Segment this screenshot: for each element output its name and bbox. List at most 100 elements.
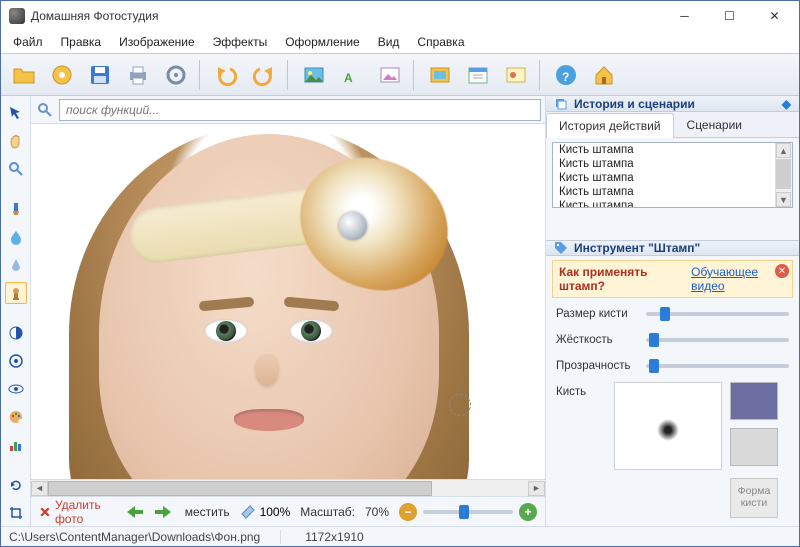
menu-help[interactable]: Справка xyxy=(409,33,472,51)
zoom-100-button[interactable]: 100% xyxy=(240,504,291,520)
scale-label: Масштаб: xyxy=(300,505,355,519)
size-slider[interactable] xyxy=(646,312,789,316)
effects-button[interactable] xyxy=(373,58,407,92)
close-help-icon[interactable]: ✕ xyxy=(775,264,789,278)
pointer-tool[interactable] xyxy=(5,102,27,124)
canvas[interactable] xyxy=(31,124,545,479)
hand-tool[interactable] xyxy=(5,130,27,152)
brush-tool[interactable] xyxy=(5,198,27,220)
levels-tool[interactable] xyxy=(5,434,27,456)
brush-shape-button[interactable]: Форма кисти xyxy=(730,478,778,518)
history-item[interactable]: Кисть штампа xyxy=(553,143,792,157)
ruler-icon xyxy=(240,504,256,520)
undo-button[interactable] xyxy=(209,58,243,92)
history-tabs: История действий Сценарии xyxy=(546,112,799,138)
eye-tool[interactable] xyxy=(5,378,27,400)
opacity-slider[interactable] xyxy=(646,364,789,368)
pin-icon[interactable]: ◆ xyxy=(782,97,791,111)
size-label: Размер кисти xyxy=(556,308,638,320)
right-panel: История и сценарии ◆ История действий Сц… xyxy=(545,96,799,526)
tab-scenarios[interactable]: Сценарии xyxy=(674,112,755,137)
image-tool-button[interactable] xyxy=(297,58,331,92)
print-button[interactable] xyxy=(121,58,155,92)
titlebar: Домашняя Фотостудия ─ ☐ ✕ xyxy=(1,1,799,31)
settings-button[interactable] xyxy=(159,58,193,92)
home-button[interactable] xyxy=(587,58,621,92)
toolbar-separator xyxy=(539,60,543,90)
vertical-toolbox xyxy=(1,96,31,526)
stamp-tool[interactable] xyxy=(5,282,27,304)
history-list[interactable]: Кисть штампа Кисть штампа Кисть штампа К… xyxy=(552,142,793,208)
tab-history[interactable]: История действий xyxy=(546,113,674,138)
palette-tool[interactable] xyxy=(5,406,27,428)
tutorial-link[interactable]: Обучающее видео xyxy=(691,265,786,293)
save-button[interactable] xyxy=(83,58,117,92)
zoom-tool[interactable] xyxy=(5,158,27,180)
calendar-button[interactable] xyxy=(461,58,495,92)
scroll-right-icon[interactable]: ► xyxy=(528,481,545,496)
scroll-down-icon[interactable]: ▼ xyxy=(776,192,791,207)
menu-file[interactable]: Файл xyxy=(5,33,51,51)
maximize-button[interactable]: ☐ xyxy=(707,2,752,30)
menu-view[interactable]: Вид xyxy=(370,33,408,51)
text-tool-button[interactable]: A xyxy=(335,58,369,92)
search-row xyxy=(31,96,545,124)
history-item[interactable]: Кисть штампа xyxy=(553,199,792,208)
zoom-slider[interactable] xyxy=(423,510,513,514)
help-question: Как применять штамп? xyxy=(559,265,685,293)
close-button[interactable]: ✕ xyxy=(752,2,797,30)
history-item[interactable]: Кисть штампа xyxy=(553,171,792,185)
brush-preview[interactable] xyxy=(614,382,722,470)
layers-icon xyxy=(554,97,568,111)
brightness-tool[interactable] xyxy=(5,350,27,372)
main-toolbar: A ? xyxy=(1,53,799,96)
blur-tool[interactable] xyxy=(5,254,27,276)
hardness-slider[interactable] xyxy=(646,338,789,342)
window-title: Домашняя Фотостудия xyxy=(31,9,662,23)
scroll-up-icon[interactable]: ▲ xyxy=(776,143,791,158)
open-button[interactable] xyxy=(7,58,41,92)
status-dimensions: 1172x1910 xyxy=(305,530,364,544)
minimize-button[interactable]: ─ xyxy=(662,2,707,30)
menu-edit[interactable]: Правка xyxy=(53,33,110,51)
history-item[interactable]: Кисть штампа xyxy=(553,157,792,171)
help-button[interactable]: ? xyxy=(549,58,583,92)
status-path: C:\Users\ContentManager\Downloads\Фон.pn… xyxy=(9,530,281,544)
prev-button[interactable] xyxy=(123,502,147,522)
drop-tool[interactable] xyxy=(5,226,27,248)
catalog-button[interactable] xyxy=(45,58,79,92)
menu-design[interactable]: Оформление xyxy=(277,33,367,51)
search-icon xyxy=(35,100,55,120)
app-icon xyxy=(9,8,25,24)
postcard-button[interactable] xyxy=(499,58,533,92)
status-bar: C:\Users\ContentManager\Downloads\Фон.pn… xyxy=(1,526,799,546)
menu-image[interactable]: Изображение xyxy=(111,33,203,51)
redo-button[interactable] xyxy=(247,58,281,92)
history-panel-header: История и сценарии ◆ xyxy=(546,96,799,112)
hardness-label: Жёсткость xyxy=(556,334,638,346)
crop-tool[interactable] xyxy=(5,502,27,524)
zoom-out-button[interactable]: − xyxy=(399,503,417,521)
search-input[interactable] xyxy=(59,99,541,121)
color-swatch-2[interactable] xyxy=(730,428,778,466)
scroll-thumb[interactable] xyxy=(776,159,791,189)
history-scrollbar[interactable]: ▲ ▼ xyxy=(775,143,792,207)
scroll-thumb[interactable] xyxy=(48,481,432,496)
toolbar-separator xyxy=(287,60,291,90)
horizontal-scrollbar[interactable]: ◄ ► xyxy=(31,479,545,496)
menu-effects[interactable]: Эффекты xyxy=(205,33,276,51)
frame-button[interactable] xyxy=(423,58,457,92)
contrast-tool[interactable] xyxy=(5,322,27,344)
next-button[interactable] xyxy=(151,502,175,522)
color-swatch-1[interactable] xyxy=(730,382,778,420)
move-label: местить xyxy=(185,505,230,519)
history-item[interactable]: Кисть штампа xyxy=(553,185,792,199)
tag-icon xyxy=(554,241,568,255)
tool-panel-header: Инструмент "Штамп" xyxy=(546,240,799,256)
delete-icon xyxy=(39,504,51,520)
scroll-left-icon[interactable]: ◄ xyxy=(31,481,48,496)
delete-photo-button[interactable]: Удалить фото xyxy=(39,498,113,526)
zoom-in-button[interactable]: + xyxy=(519,503,537,521)
help-bar: Как применять штамп? Обучающее видео ✕ xyxy=(552,260,793,298)
rotate-tool[interactable] xyxy=(5,474,27,496)
